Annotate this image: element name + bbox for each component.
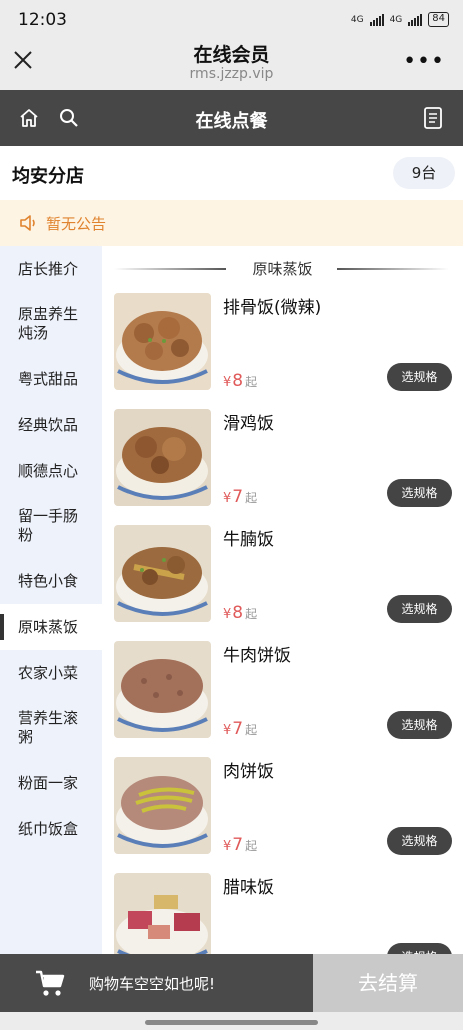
cart-status-text: 购物车空空如也呢! [89,975,216,993]
sidebar-item-dessert[interactable]: 粤式甜品 [0,356,102,402]
sidebar-item-label: 特色小食 [18,571,79,590]
divider [337,268,449,270]
sidebar-item-label: 营养生滚 粥 [18,709,79,746]
dish-image [114,409,211,506]
sidebar-item-farm-dishes[interactable]: 农家小菜 [0,650,102,696]
dish-item[interactable]: 排骨饭(微辣) ¥8 起 选规格 [102,293,463,409]
price-value: 7 [232,835,244,855]
sidebar-item-rice-roll[interactable]: 留一手肠 粉 [0,494,102,558]
status-indicators: 4G 4G 84 [351,12,449,27]
shop-row: 均安分店 9台 [0,146,463,200]
webview-title: 在线会员 [193,44,270,66]
select-spec-button[interactable]: 选规格 [387,827,452,855]
checkout-button[interactable]: 去结算 [313,954,463,1012]
price-suffix: 起 [245,491,258,505]
dish-image [114,757,211,854]
price-value: 7 [232,487,244,507]
sidebar-item-label: 原盅养生 炖汤 [18,305,79,342]
sidebar-item-dimsum[interactable]: 顺德点心 [0,448,102,494]
select-spec-button[interactable]: 选规格 [387,595,452,623]
status-time: 12:03 [18,10,67,30]
notice-bar: 暂无公告 [0,200,463,246]
price-suffix: 起 [245,723,258,737]
dish-price: ¥8 起 [223,603,257,623]
more-icon[interactable]: ••• [403,51,445,73]
category-sidebar: 店长推介 原盅养生 炖汤 粤式甜品 经典饮品 顺德点心 留一手肠 粉 特色小食 … [0,246,102,954]
price-value: 8 [232,603,244,623]
sidebar-item-label: 粤式甜品 [18,369,79,388]
dish-image [114,641,211,738]
dish-item[interactable]: 肉饼饭 ¥7 起 选规格 [102,757,463,873]
table-badge[interactable]: 9台 [393,157,455,189]
currency-symbol: ¥ [223,491,232,506]
sidebar-item-label: 纸巾饭盒 [18,819,79,838]
dish-item[interactable]: 牛腩饭 ¥8 起 选规格 [102,525,463,641]
sidebar-item-snacks[interactable]: 特色小食 [0,558,102,604]
sidebar-item-label: 粉面一家 [18,773,79,792]
dish-name: 排骨饭(微辣) [223,298,322,318]
select-spec-button[interactable]: 选规格 [387,363,452,391]
dish-item[interactable]: 腊味饭 ¥ 选规格 [102,873,463,954]
dish-item[interactable]: 滑鸡饭 ¥7 起 选规格 [102,409,463,525]
section-title: 原味蒸饭 [102,258,463,280]
signal-icon-2 [408,13,423,26]
page-title: 在线点餐 [195,111,268,132]
currency-symbol: ¥ [223,607,232,622]
price-value: 8 [232,371,244,391]
price-suffix: 起 [245,607,258,621]
network-label-1: 4G [350,14,364,25]
currency-symbol: ¥ [223,375,232,390]
dish-item[interactable]: 牛肉饼饭 ¥7 起 选规格 [102,641,463,757]
home-indicator[interactable] [145,1020,318,1025]
price-suffix: 起 [245,839,258,853]
dish-image [114,525,211,622]
dish-list: 原味蒸饭 排骨饭(微辣) ¥8 起 选规格 滑鸡饭 ¥7 起 选规格 牛腩饭 ¥… [102,246,463,954]
dish-price: ¥7 起 [223,487,257,507]
select-spec-button[interactable]: 选规格 [387,943,452,954]
sidebar-item-label: 留一手肠 粉 [18,507,79,544]
cart-icon[interactable] [34,968,66,998]
currency-symbol: ¥ [223,723,232,738]
signal-icon [369,13,384,26]
dish-name: 滑鸡饭 [223,414,274,434]
sidebar-item-recommend[interactable]: 店长推介 [0,246,102,292]
sidebar-item-label: 原味蒸饭 [18,617,79,636]
sidebar-item-soup[interactable]: 原盅养生 炖汤 [0,292,102,356]
dish-price: ¥8 起 [223,371,257,391]
sidebar-item-drinks[interactable]: 经典饮品 [0,402,102,448]
sidebar-item-label: 店长推介 [18,259,79,278]
sidebar-item-steamed-rice[interactable]: 原味蒸饭 [0,604,102,650]
dish-image [114,293,211,390]
app-bar: 在线点餐 [0,90,463,146]
cart-bar: 购物车空空如也呢! 去结算 [0,954,463,1012]
sidebar-item-tissue-box[interactable]: 纸巾饭盒 [0,806,102,852]
sidebar-item-label: 顺德点心 [18,461,79,480]
document-icon[interactable] [423,106,443,130]
sidebar-item-label: 经典饮品 [18,415,79,434]
webview-url: rms.jzzp.vip [189,66,274,82]
price-value: 7 [232,719,244,739]
status-bar: 12:03 4G 4G 84 [0,0,463,40]
currency-symbol: ¥ [223,839,232,854]
notice-text: 暂无公告 [46,215,107,233]
dish-image [114,873,211,954]
shop-name: 均安分店 [12,166,84,187]
network-label-2: 4G [389,14,403,25]
dish-name: 腊味饭 [223,878,274,898]
sidebar-item-label: 农家小菜 [18,663,79,682]
select-spec-button[interactable]: 选规格 [387,479,452,507]
webview-header: 在线会员 rms.jzzp.vip ••• [0,40,463,90]
sidebar-item-noodles[interactable]: 粉面一家 [0,760,102,806]
dish-price: ¥7 起 [223,719,257,739]
dish-name: 牛腩饭 [223,530,274,550]
dish-name: 牛肉饼饭 [223,646,291,666]
speaker-icon [20,215,35,231]
dish-name: 肉饼饭 [223,762,274,782]
price-suffix: 起 [245,375,258,389]
select-spec-button[interactable]: 选规格 [387,711,452,739]
sidebar-item-congee[interactable]: 营养生滚 粥 [0,696,102,760]
dish-price: ¥7 起 [223,835,257,855]
battery-icon: 84 [428,12,449,27]
